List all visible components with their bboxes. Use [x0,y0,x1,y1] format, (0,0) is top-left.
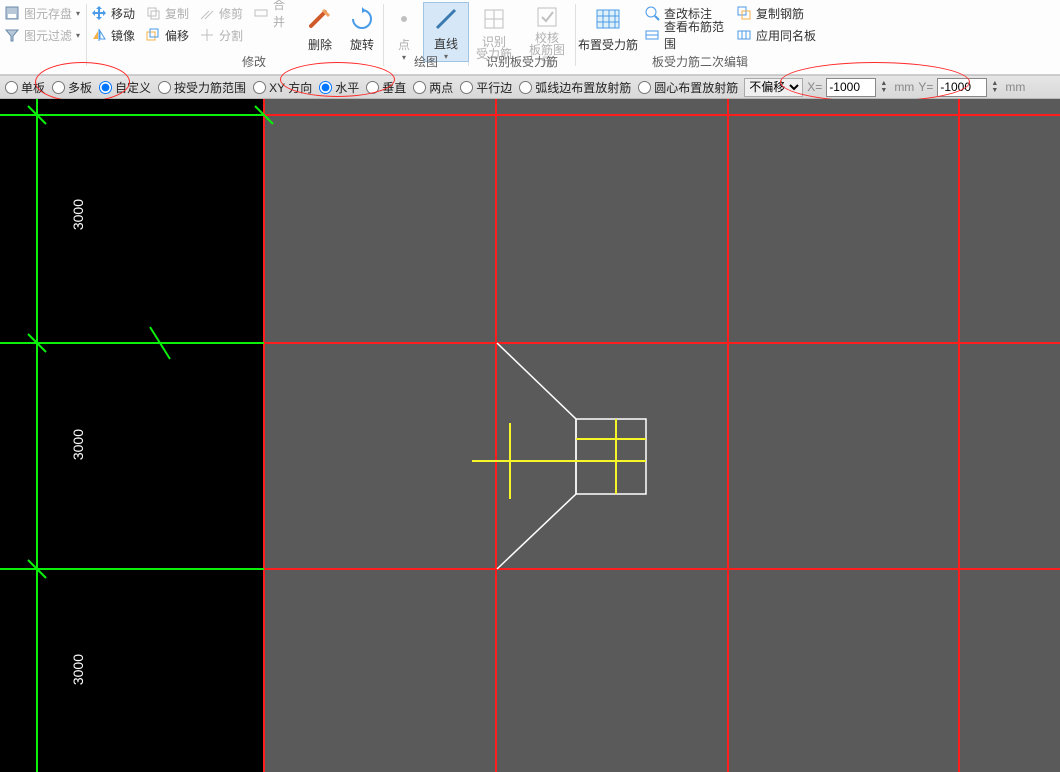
btn-merge[interactable]: 合并 [253,2,295,24]
btn-point-label: 点 [398,36,410,53]
move-icon [91,5,107,21]
opt-by-range[interactable]: 按受力筋范围 [155,79,246,96]
rotate-icon [347,4,377,34]
group-draw-label: 绘图 [384,53,468,70]
trim-icon [199,5,215,21]
spin-x[interactable]: ▲▼ [880,80,890,94]
caret-icon: ▾ [76,31,80,40]
dim-r3: 3000 [70,654,86,685]
line-icon [431,5,461,33]
inp-x[interactable] [826,78,876,97]
opt-circle-ray[interactable]: 圆心布置放射筋 [635,79,738,96]
lbl-x: X= [807,80,822,94]
btn-rotate-label: 旋转 [350,36,374,53]
btn-apply-same[interactable]: 应用同名板 [736,24,816,46]
lbl-mm2: mm [1005,80,1025,94]
opt-horiz[interactable]: 水平 [316,79,359,96]
btn-split[interactable]: 分割 [199,24,243,46]
annot-icon [644,5,660,21]
btn-offset-label: 偏移 [165,27,189,44]
recognize-icon [479,4,509,34]
mirror-icon [91,27,107,43]
layout-rebar-icon [593,4,623,34]
opt-multi[interactable]: 多板 [49,79,92,96]
dim-r2: 3000 [70,429,86,460]
sel-offset[interactable]: 不偏移 [744,78,803,97]
copy-icon [145,5,161,21]
opt-vert[interactable]: 垂直 [363,79,406,96]
delete-icon [305,4,335,34]
btn-merge-label: 合并 [273,0,295,30]
btn-copy-rebar-label: 复制钢筋 [756,5,804,22]
btn-copy-label: 复制 [165,5,189,22]
btn-elem-save[interactable]: 图元存盘 ▾ [4,2,80,24]
caret-icon: ▾ [76,9,80,18]
copy-rebar-icon [736,5,752,21]
btn-layout-rebar-label: 布置受力筋 [578,36,638,53]
btn-copy-rebar[interactable]: 复制钢筋 [736,2,804,24]
split-icon [199,27,215,43]
dim-r1: 3000 [70,199,86,230]
opt-two-pt[interactable]: 两点 [410,79,453,96]
btn-mirror[interactable]: 镜像 [91,24,135,46]
btn-move[interactable]: 移动 [91,2,135,24]
btn-offset[interactable]: 偏移 [145,24,189,46]
btn-view-range-label: 查看布筋范围 [664,18,728,52]
offset-icon [145,27,161,43]
opt-xy-dir[interactable]: XY 方向 [250,79,312,96]
opt-custom[interactable]: 自定义 [96,79,151,96]
group-edit-label: 板受力筋二次编辑 [576,53,824,70]
btn-apply-same-label: 应用同名板 [756,27,816,44]
btn-elem-save-label: 图元存盘 [24,5,72,22]
btn-view-range[interactable]: 查看布筋范围 [644,24,728,46]
grid-svg [0,99,1060,772]
merge-icon [253,5,269,21]
btn-move-label: 移动 [111,5,135,22]
btn-elem-filter[interactable]: 图元过滤 ▾ [4,24,80,46]
lbl-y: Y= [918,80,933,94]
check-icon [532,4,562,30]
btn-trim[interactable]: 修剪 [199,2,243,24]
ribbon: 图元存盘 ▾ 图元过滤 ▾ 移动 镜像 复制 偏移 [0,0,1060,75]
btn-split-label: 分割 [219,27,243,44]
apply-icon [736,27,752,43]
opt-arc-ray[interactable]: 弧线边布置放射筋 [516,79,631,96]
save-icon [4,5,20,21]
opt-single[interactable]: 单板 [2,79,45,96]
inp-y[interactable] [937,78,987,97]
spin-y[interactable]: ▲▼ [991,80,1001,94]
point-icon [389,4,419,34]
opt-parallel[interactable]: 平行边 [457,79,512,96]
btn-elem-filter-label: 图元过滤 [24,27,72,44]
btn-mirror-label: 镜像 [111,27,135,44]
lbl-mm1: mm [894,80,914,94]
btn-delete-label: 删除 [308,36,332,53]
group-recognize-label: 识别板受力筋 [469,53,575,70]
group-modify-label: 修改 [125,53,383,70]
btn-line-label: 直线 [434,35,458,52]
btn-copy[interactable]: 复制 [145,2,189,24]
drawing-canvas[interactable]: 3000 3000 3000 [0,99,1060,772]
filter-icon [4,27,20,43]
options-bar: 单板 多板 自定义 按受力筋范围 XY 方向 水平 垂直 两点 平行边 弧线边布… [0,75,1060,99]
btn-trim-label: 修剪 [219,5,243,22]
range-icon [644,27,660,43]
